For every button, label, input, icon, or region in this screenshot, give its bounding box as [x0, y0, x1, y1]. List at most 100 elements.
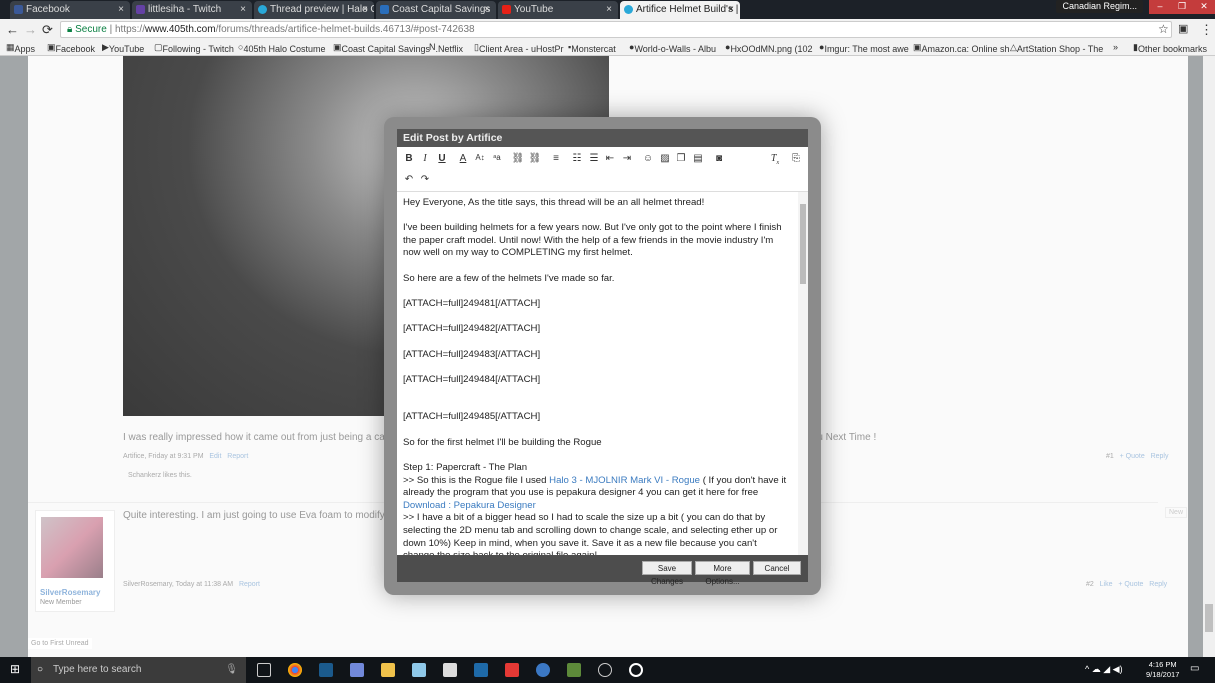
numbered-list-icon[interactable]: ☰ — [587, 153, 601, 164]
notifications-icon[interactable]: ▭ — [1190, 663, 1199, 674]
tab-thread-preview[interactable]: Thread preview | Halo Co × — [254, 1, 374, 19]
camera-icon[interactable]: ◙ — [712, 153, 726, 164]
extension-icon[interactable]: ▣ — [1178, 22, 1188, 35]
app-icon[interactable] — [474, 663, 488, 677]
taskbar-search[interactable]: ○ Type here to search 🎙︎ — [31, 657, 246, 683]
like-link[interactable]: Like — [1100, 581, 1113, 588]
star-icon[interactable]: ☆ — [1158, 22, 1169, 36]
bookmark-other[interactable]: ▮ Other bookmarks — [1133, 42, 1207, 54]
minimize-icon[interactable]: – — [1149, 0, 1171, 14]
media-icon[interactable]: ❐ — [674, 153, 688, 164]
url-input[interactable]: 🔒︎ Secure | https://www.405th.com/forums… — [60, 21, 1172, 38]
tab-facebook[interactable]: Facebook × — [10, 1, 130, 19]
insert-icon[interactable]: ▤ — [691, 153, 705, 164]
back-icon[interactable]: ← — [6, 22, 19, 37]
report-link[interactable]: Report — [239, 581, 260, 588]
tab-artifice-helmet[interactable]: Artifice Helmet Build's | × — [620, 1, 740, 19]
close-window-icon[interactable]: ✕ — [1193, 0, 1215, 14]
font-family-icon[interactable]: ᵃa — [490, 153, 504, 162]
minecraft-icon[interactable] — [567, 663, 581, 677]
bookmark-amazon[interactable]: ▣ Amazon.ca: Online sh — [913, 42, 1010, 54]
cancel-button[interactable]: Cancel — [753, 561, 801, 575]
italic-icon[interactable]: I — [418, 153, 432, 164]
app-icon[interactable] — [412, 663, 426, 677]
mp3-app-icon[interactable] — [505, 663, 519, 677]
smiley-icon[interactable]: ☺ — [641, 153, 655, 164]
bookmark-netflix[interactable]: N .Netflix — [429, 42, 463, 54]
bookmark-facebook[interactable]: ▣ Facebook — [47, 42, 95, 54]
bookmark-world-o-walls[interactable]: ● World-o-Walls - Albu — [629, 42, 716, 54]
close-icon[interactable]: × — [606, 1, 612, 18]
close-icon[interactable]: × — [118, 1, 124, 18]
bookmark-client-area[interactable]: ▯ Client Area - uHostPr — [474, 42, 564, 54]
undo-icon[interactable]: ↶ — [402, 174, 416, 185]
page-scrollbar[interactable] — [1203, 56, 1215, 657]
remove-format-icon[interactable]: Tx — [768, 153, 782, 166]
clock[interactable]: 4:16 PM 9/18/2017 — [1146, 660, 1179, 680]
reload-icon[interactable]: ⟳ — [42, 22, 53, 38]
align-icon[interactable]: ≡ — [549, 153, 563, 164]
bookmarks-overflow[interactable]: » — [1113, 42, 1118, 52]
file-explorer-icon[interactable] — [381, 663, 395, 677]
restore-icon[interactable]: ❐ — [1171, 0, 1193, 14]
close-icon[interactable]: × — [240, 1, 246, 18]
quote-link[interactable]: + Quote — [1120, 453, 1145, 460]
tab-youtube[interactable]: YouTube × — [498, 1, 618, 19]
save-changes-button[interactable]: Save Changes — [642, 561, 692, 586]
more-options-button[interactable]: More Options... — [695, 561, 750, 586]
close-icon[interactable]: × — [728, 1, 734, 18]
toggle-bbcode-icon[interactable]: ⎘ — [789, 153, 803, 164]
pepakura-download-link[interactable]: Download : Pepakura Designer — [403, 500, 536, 511]
post-number[interactable]: #1 — [1106, 453, 1114, 460]
tab-coast-capital[interactable]: Coast Capital Savings × — [376, 1, 496, 19]
bookmark-coast-capital[interactable]: ▣ Coast Capital Savings — [333, 42, 430, 54]
unlink-icon[interactable]: ⛓ — [528, 153, 542, 164]
chrome-icon[interactable] — [288, 663, 302, 677]
menu-icon[interactable]: ⋮ — [1200, 22, 1213, 38]
bookmark-imgur-png[interactable]: ● HxOOdMN.png (102 — [725, 42, 812, 54]
indent-icon[interactable]: ⇥ — [620, 153, 634, 164]
bold-icon[interactable]: B — [402, 153, 416, 164]
username-link[interactable]: SilverRosemary — [40, 588, 100, 597]
bookmark-apps[interactable]: ▦ Apps — [6, 42, 35, 54]
forward-icon[interactable]: → — [24, 22, 37, 37]
post-body-editor[interactable]: Hey Everyone, As the title says, this th… — [397, 192, 808, 555]
reply-link[interactable]: Reply — [1151, 453, 1169, 460]
quote-link[interactable]: + Quote — [1118, 581, 1143, 588]
go-to-first-unread-button[interactable]: Go to First Unread — [28, 638, 92, 649]
close-icon[interactable]: × — [484, 1, 490, 18]
app-icon[interactable] — [536, 663, 550, 677]
bookmark-artstation[interactable]: △ ArtStation Shop - The — [1010, 42, 1103, 54]
outdent-icon[interactable]: ⇤ — [603, 153, 617, 164]
bookmark-monstercat[interactable]: ▪ Monstercat — [568, 42, 616, 54]
bookmark-405th[interactable]: ○ 405th Halo Costume — [238, 42, 325, 54]
font-size-icon[interactable]: A↕ — [473, 153, 487, 162]
underline-icon[interactable]: U — [435, 153, 449, 164]
calculator-icon[interactable] — [443, 663, 457, 677]
bullet-list-icon[interactable]: ☷ — [570, 153, 584, 164]
report-link[interactable]: Report — [227, 453, 248, 460]
discord-icon[interactable] — [350, 663, 364, 677]
font-color-icon[interactable]: A — [456, 153, 470, 164]
tab-twitch[interactable]: littlesiha - Twitch × — [132, 1, 252, 19]
close-icon[interactable]: × — [362, 1, 368, 18]
windows-start-icon[interactable]: ⊞ — [10, 662, 20, 676]
steam-icon[interactable] — [319, 663, 333, 677]
editor-scrollbar[interactable] — [798, 192, 808, 555]
image-icon[interactable]: ▨ — [658, 153, 672, 164]
reply-link[interactable]: Reply — [1149, 581, 1167, 588]
avatar[interactable] — [41, 517, 103, 578]
steelseries-icon[interactable] — [629, 663, 643, 677]
obs-icon[interactable] — [598, 663, 612, 677]
system-tray-icons[interactable]: ^ ☁ ◢ ◀) — [1085, 664, 1123, 675]
edit-link[interactable]: Edit — [209, 453, 221, 460]
profile-button[interactable]: Canadian Regim... — [1056, 0, 1143, 13]
task-view-icon[interactable] — [257, 663, 271, 677]
bookmark-imgur[interactable]: ● Imgur: The most awe — [819, 42, 909, 54]
rogue-file-link[interactable]: Halo 3 - MJOLNIR Mark VI - Rogue — [549, 475, 700, 486]
bookmark-twitch[interactable]: ▢ Following - Twitch — [154, 42, 234, 54]
post-number[interactable]: #2 — [1086, 581, 1094, 588]
redo-icon[interactable]: ↷ — [418, 174, 432, 185]
link-icon[interactable]: ⛓ — [511, 153, 525, 164]
bookmark-youtube[interactable]: ▶ YouTube — [102, 42, 144, 54]
